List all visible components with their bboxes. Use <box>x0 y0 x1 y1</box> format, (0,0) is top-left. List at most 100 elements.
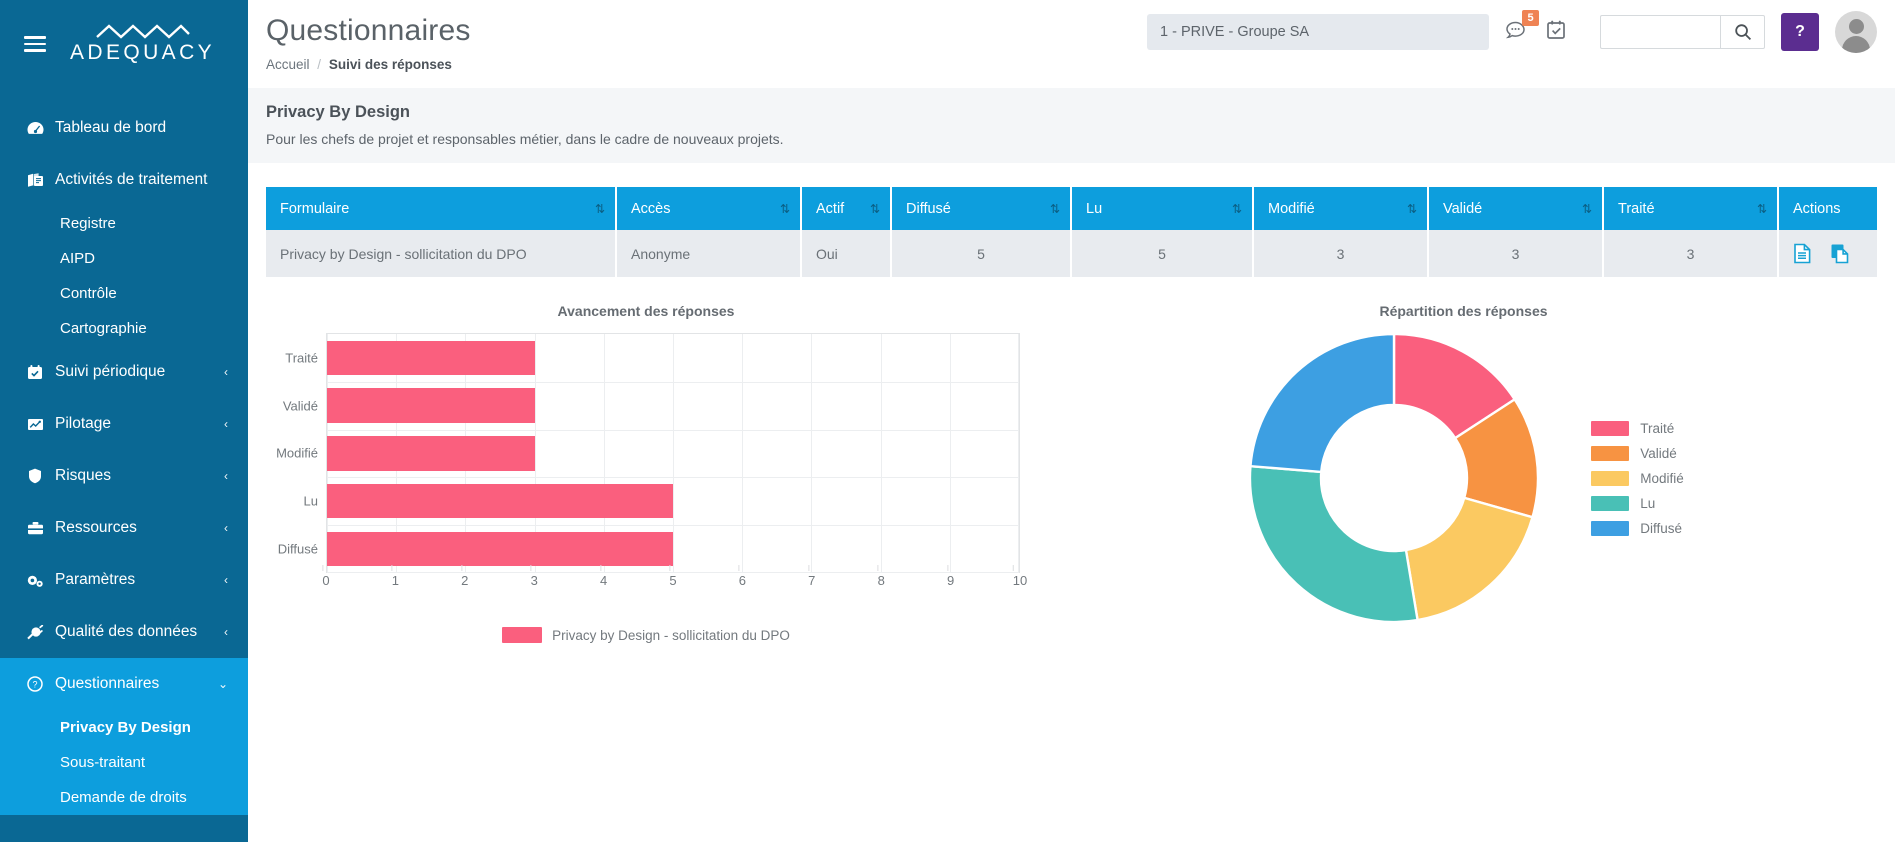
cell-modifie: 3 <box>1253 230 1429 277</box>
bar-category-label: Diffusé <box>277 541 318 557</box>
sidebar-item-label: Suivi périodique <box>55 363 166 380</box>
legend-label-valide: Validé <box>1640 445 1677 461</box>
legend-label-modifie: Modifié <box>1640 470 1684 486</box>
bar-chart: Avancement des réponses Traité Validé Mo… <box>266 303 1027 643</box>
search-button[interactable] <box>1720 15 1765 49</box>
plug-icon <box>24 624 46 640</box>
column-header-lu[interactable]: Lu ⇅ <box>1071 187 1254 230</box>
legend-item-lu[interactable]: Lu <box>1591 495 1684 511</box>
sidebar-item-activites-de-traitement[interactable]: Activités de traitement <box>0 154 248 206</box>
column-header-modifie[interactable]: Modifié ⇅ <box>1253 187 1429 230</box>
mountains-icon <box>95 24 190 39</box>
legend-item-valide[interactable]: Validé <box>1591 445 1684 461</box>
briefcase-icon <box>24 521 46 536</box>
table-head: Formulaire ⇅ Accès ⇅ Actif ⇅ Diffusé ⇅ L… <box>266 187 1877 230</box>
sidebar-item-label: Ressources <box>55 519 137 536</box>
bar-modifie[interactable] <box>327 436 535 471</box>
legend-swatch-series[interactable] <box>502 627 543 643</box>
sort-icon[interactable]: ⇅ <box>595 202 605 216</box>
sidebar-item-pilotage[interactable]: Pilotage ‹ <box>0 398 248 450</box>
x-tick-label: 6 <box>738 573 747 588</box>
sidebar-item-questionnaires[interactable]: ? Questionnaires ⌄ <box>0 658 248 710</box>
help-button[interactable]: ? <box>1781 13 1819 51</box>
calendar-button[interactable] <box>1545 19 1567 46</box>
legend-item-traite[interactable]: Traité <box>1591 420 1684 436</box>
sidebar-item-risques[interactable]: Risques ‹ <box>0 450 248 502</box>
sort-icon[interactable]: ⇅ <box>1050 202 1060 216</box>
sidebar-subitem-privacy-by-design[interactable]: Privacy By Design <box>0 710 248 745</box>
bar-diffuse[interactable] <box>327 531 673 567</box>
sort-icon[interactable]: ⇅ <box>1407 202 1417 216</box>
file-lines-icon[interactable] <box>1793 243 1812 264</box>
sort-icon[interactable]: ⇅ <box>780 202 790 216</box>
organization-select[interactable]: 1 - PRIVE - Groupe SA <box>1147 14 1489 50</box>
legend-label-traite: Traité <box>1640 420 1675 436</box>
search-area <box>1600 15 1765 49</box>
sidebar-item-label: Pilotage <box>55 415 112 432</box>
chevron-left-icon: ‹ <box>224 573 228 587</box>
donut-chart-title: Répartition des réponses <box>1379 303 1548 319</box>
x-tick-label: 1 <box>391 573 400 588</box>
x-tick-label: 3 <box>530 573 538 588</box>
sidebar-subitem-aipd[interactable]: AIPD <box>0 241 248 276</box>
messages-button[interactable]: 5 <box>1505 9 1539 46</box>
bar-valide[interactable] <box>327 388 535 423</box>
sort-icon[interactable]: ⇅ <box>1582 202 1592 216</box>
donut-slice-modifie[interactable] <box>1404 496 1535 622</box>
cell-traite: 3 <box>1603 230 1779 277</box>
organization-select-value: 1 - PRIVE - Groupe SA <box>1160 24 1310 40</box>
bar-traite[interactable] <box>327 340 535 376</box>
x-tick-label: 8 <box>877 573 885 588</box>
legend-item-diffuse[interactable]: Diffusé <box>1591 520 1684 536</box>
sidebar-item-suivi-periodique[interactable]: Suivi périodique ‹ <box>0 346 248 398</box>
shield-icon <box>24 468 46 484</box>
legend-swatch-valide <box>1591 445 1630 461</box>
column-label: Actif <box>816 200 845 217</box>
sidebar-group-parametres: Paramètres ‹ <box>0 554 248 606</box>
donut-slice-lu[interactable] <box>1249 464 1420 624</box>
legend-item-modifie[interactable]: Modifié <box>1591 470 1684 486</box>
sort-icon[interactable]: ⇅ <box>870 202 880 216</box>
column-header-traite[interactable]: Traité ⇅ <box>1603 187 1779 230</box>
column-header-acces[interactable]: Accès ⇅ <box>616 187 802 230</box>
column-header-valide[interactable]: Validé ⇅ <box>1428 187 1604 230</box>
column-header-diffuse[interactable]: Diffusé ⇅ <box>891 187 1072 230</box>
description-text: Pour les chefs de projet et responsables… <box>266 131 784 147</box>
search-input[interactable] <box>1600 15 1720 49</box>
copy-icon[interactable] <box>1830 243 1851 264</box>
column-label: Diffusé <box>906 200 951 217</box>
sidebar-item-label: Activités de traitement <box>55 171 208 188</box>
legend-label-series: Privacy by Design - sollicitation du DPO <box>552 627 790 643</box>
donut-slice-diffuse[interactable] <box>1249 332 1396 474</box>
sidebar-item-parametres[interactable]: Paramètres ‹ <box>0 554 248 606</box>
sidebar-item-label: Paramètres <box>55 571 136 588</box>
cell-actif: Oui <box>801 230 892 277</box>
bar-category-label: Modifié <box>276 445 318 461</box>
table-row[interactable]: Privacy by Design - sollicitation du DPO… <box>266 230 1877 277</box>
breadcrumb-home[interactable]: Accueil <box>266 57 310 72</box>
sidebar-subitem-demande-de-droits[interactable]: Demande de droits <box>0 780 248 815</box>
avatar[interactable] <box>1835 11 1877 53</box>
legend-label-lu: Lu <box>1640 495 1656 511</box>
sidebar-item-tableau-de-bord[interactable]: Tableau de bord <box>0 102 248 154</box>
breadcrumb-separator: / <box>317 57 322 72</box>
sidebar-group-tableau-de-bord: Tableau de bord <box>0 102 248 154</box>
sidebar-subitem-cartographie[interactable]: Cartographie <box>0 311 248 346</box>
bar-lu[interactable] <box>327 484 673 519</box>
sidebar-item-qualite-des-donnees[interactable]: Qualité des données ‹ <box>0 606 248 658</box>
sidebar-group-pilotage: Pilotage ‹ <box>0 398 248 450</box>
sidebar-subitem-sous-traitant[interactable]: Sous-traitant <box>0 745 248 780</box>
sidebar-item-ressources[interactable]: Ressources ‹ <box>0 502 248 554</box>
column-label: Formulaire <box>280 200 350 217</box>
sidebar-subitem-registre[interactable]: Registre <box>0 206 248 241</box>
bar-row-modifie: Modifié <box>276 430 1019 478</box>
hamburger-icon[interactable] <box>24 33 50 55</box>
donut-chart: Répartition des réponses Traité Validé M… <box>1026 303 1877 643</box>
column-header-formulaire[interactable]: Formulaire ⇅ <box>266 187 617 230</box>
brand-logo[interactable]: ADEQUACY <box>70 23 215 65</box>
x-tick-label: 7 <box>808 573 816 588</box>
sort-icon[interactable]: ⇅ <box>1232 202 1242 216</box>
column-header-actif[interactable]: Actif ⇅ <box>801 187 892 230</box>
sort-icon[interactable]: ⇅ <box>1757 202 1767 216</box>
sidebar-subitem-controle[interactable]: Contrôle <box>0 276 248 311</box>
